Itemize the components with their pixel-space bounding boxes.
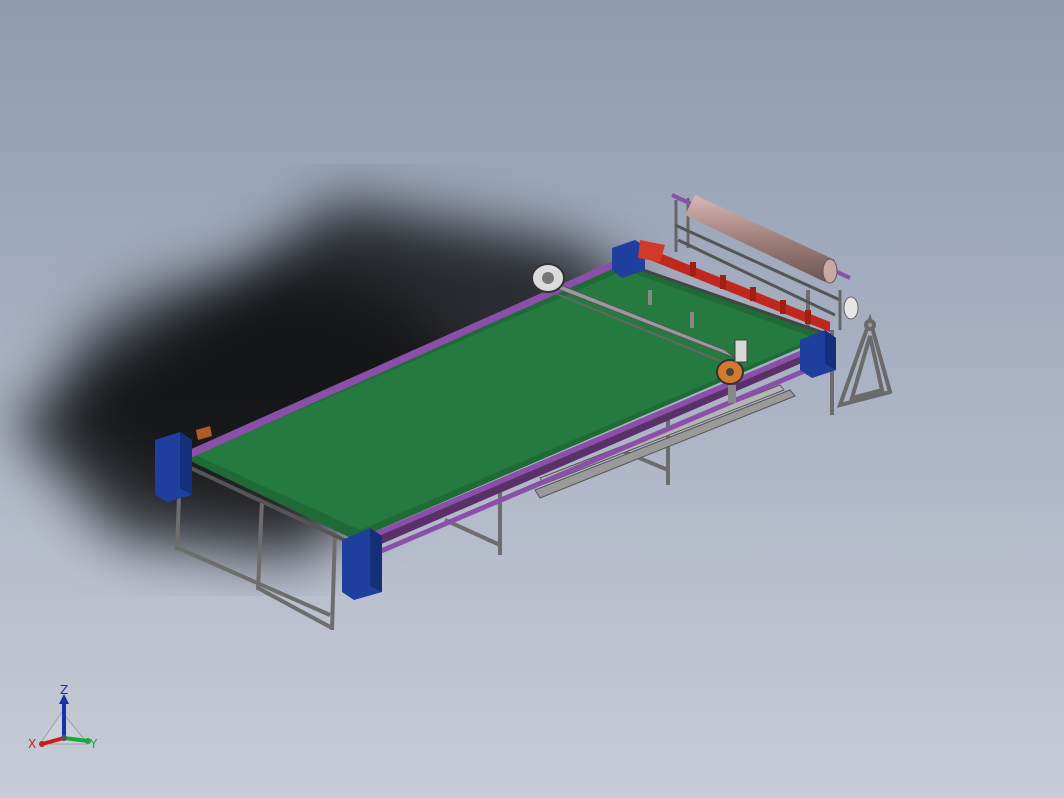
model-scene[interactable]: Z X Y (0, 0, 1064, 798)
triad-origin (61, 735, 67, 741)
triad-y-label: Y (89, 737, 98, 751)
triad-z-label: Z (60, 683, 68, 697)
cad-viewport[interactable]: Z X Y (0, 0, 1064, 798)
triad-x-label: X (28, 737, 36, 751)
triad-x-tip (39, 741, 45, 747)
